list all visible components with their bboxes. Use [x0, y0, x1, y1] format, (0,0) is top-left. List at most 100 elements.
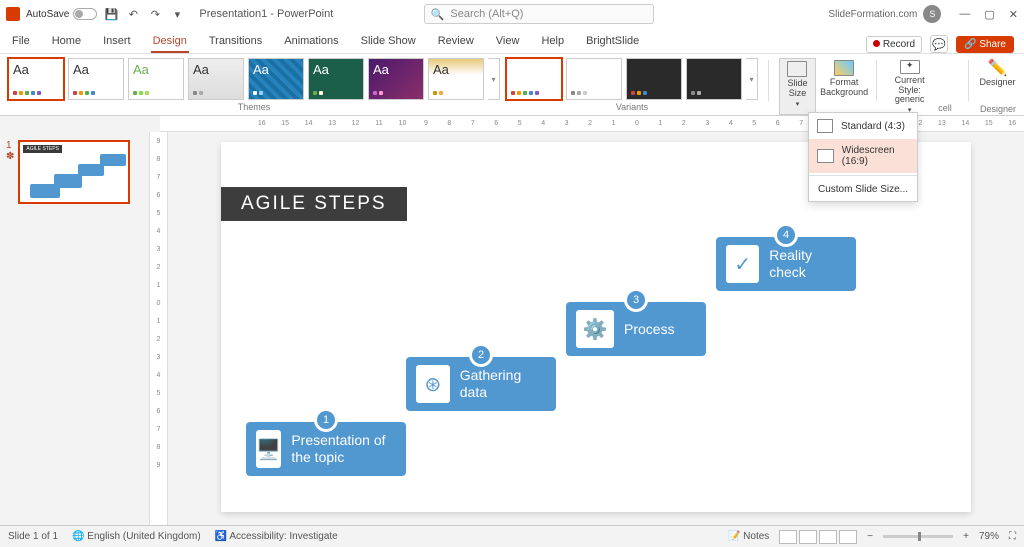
step-card-1[interactable]: 1 🖥️ Presentation of the topic	[246, 422, 406, 476]
search-input[interactable]: 🔍 Search (Alt+Q)	[424, 4, 654, 24]
status-accessibility[interactable]: ♿ Accessibility: Investigate	[215, 531, 338, 542]
avatar: S	[923, 5, 941, 23]
view-buttons	[779, 530, 857, 544]
thumb-number: 1✽	[6, 140, 14, 517]
view-sorter-icon[interactable]	[799, 530, 817, 544]
designer-icon: ✏️	[988, 60, 1008, 76]
maximize-icon[interactable]: ▢	[984, 8, 994, 21]
menu-item-custom-size[interactable]: Custom Slide Size...	[809, 178, 917, 201]
current-style-icon: ✦	[900, 60, 920, 74]
search-icon: 🔍	[431, 8, 445, 21]
variants-dropdown-icon[interactable]: ▾	[746, 58, 758, 100]
tab-file[interactable]: File	[10, 31, 32, 53]
slide-thumbnail[interactable]: AGILE STEPS	[18, 140, 130, 204]
slide-size-button[interactable]: Slide Size▾	[779, 58, 816, 115]
tab-review[interactable]: Review	[436, 31, 476, 53]
slide-thumbnails-panel: 1✽ AGILE STEPS	[0, 132, 150, 525]
presentation-icon: 🖥️	[256, 430, 281, 468]
theme-thumb[interactable]: Aa	[8, 58, 64, 100]
gathering-icon: ⊛	[416, 365, 450, 403]
comments-icon[interactable]: 💬	[930, 35, 948, 53]
variant-thumb[interactable]	[566, 58, 622, 100]
ruler-vertical: 9876543210123456789	[150, 132, 168, 525]
step-label: Process	[624, 321, 675, 338]
notes-button[interactable]: 📝 Notes	[728, 531, 769, 542]
view-normal-icon[interactable]	[779, 530, 797, 544]
zoom-level[interactable]: 79%	[979, 531, 999, 542]
step-label: Reality check	[769, 247, 842, 281]
tab-insert[interactable]: Insert	[101, 31, 133, 53]
check-icon: ✓	[726, 245, 759, 283]
theme-thumb[interactable]: Aa	[188, 58, 244, 100]
view-reading-icon[interactable]	[819, 530, 837, 544]
format-background-button[interactable]: Format Background	[822, 58, 866, 115]
cell-label: cell	[938, 103, 958, 113]
close-icon[interactable]: ✕	[1009, 8, 1018, 21]
step-badge: 3	[624, 288, 648, 312]
step-label: Gathering data	[460, 367, 542, 401]
ribbon-tabs: File Home Insert Design Transitions Anim…	[0, 28, 1024, 54]
status-bar: Slide 1 of 1 🌐 English (United Kingdom) …	[0, 525, 1024, 547]
record-button[interactable]: Record	[866, 36, 922, 53]
widescreen-ratio-icon	[817, 149, 834, 163]
group-label-designer: Designer	[980, 104, 1016, 114]
themes-group: Aa Aa Aa Aa Aa Aa Aa Aa ▾ Themes	[8, 58, 500, 115]
step-badge: 1	[314, 408, 338, 432]
redo-icon[interactable]: ↷	[147, 6, 163, 22]
autosave-toggle[interactable]: AutoSave	[26, 8, 97, 20]
current-style-button[interactable]: ✦ Current Style: generic▾	[887, 58, 932, 115]
theme-thumb[interactable]: Aa	[428, 58, 484, 100]
powerpoint-icon	[6, 7, 20, 21]
step-label: Presentation of the topic	[291, 432, 392, 466]
status-language[interactable]: 🌐 English (United Kingdom)	[72, 531, 201, 542]
standard-ratio-icon	[817, 119, 833, 133]
tab-animations[interactable]: Animations	[282, 31, 340, 53]
zoom-in-icon[interactable]: +	[963, 531, 969, 542]
process-icon: ⚙️	[576, 310, 614, 348]
step-card-3[interactable]: 3 ⚙️ Process	[566, 302, 706, 356]
tab-brightslide[interactable]: BrightSlide	[584, 31, 641, 53]
step-badge: 2	[469, 343, 493, 367]
account-name: SlideFormation.com	[828, 9, 917, 20]
slide-size-icon	[787, 61, 807, 77]
variant-thumb[interactable]	[506, 58, 562, 100]
step-card-4[interactable]: 4 ✓ Reality check	[716, 237, 856, 291]
undo-icon[interactable]: ↶	[125, 6, 141, 22]
document-title: Presentation1 - PowerPoint	[199, 8, 333, 20]
themes-dropdown-icon[interactable]: ▾	[488, 58, 500, 100]
ribbon-design: Aa Aa Aa Aa Aa Aa Aa Aa ▾ Themes ▾ Varia…	[0, 54, 1024, 116]
account-area[interactable]: SlideFormation.com S	[828, 5, 941, 23]
tab-transitions[interactable]: Transitions	[207, 31, 264, 53]
menu-item-widescreen[interactable]: Widescreen (16:9)	[809, 139, 917, 173]
theme-thumb[interactable]: Aa	[68, 58, 124, 100]
zoom-out-icon[interactable]: −	[867, 531, 873, 542]
fit-to-window-icon[interactable]: ⛶	[1009, 531, 1016, 542]
menu-item-standard[interactable]: Standard (4:3)	[809, 113, 917, 139]
toggle-switch-icon[interactable]	[73, 8, 97, 20]
autosave-label: AutoSave	[26, 9, 69, 20]
status-slide-count[interactable]: Slide 1 of 1	[8, 531, 58, 542]
slide-title[interactable]: AGILE STEPS	[221, 187, 407, 221]
share-button[interactable]: 🔗 Share	[956, 36, 1014, 53]
tab-home[interactable]: Home	[50, 31, 83, 53]
variant-thumb[interactable]	[626, 58, 682, 100]
theme-thumb[interactable]: Aa	[308, 58, 364, 100]
window-controls: — ▢ ✕	[959, 8, 1018, 21]
qat-dropdown-icon[interactable]: ▾	[169, 6, 185, 22]
theme-thumb[interactable]: Aa	[248, 58, 304, 100]
tab-view[interactable]: View	[494, 31, 522, 53]
view-slideshow-icon[interactable]	[839, 530, 857, 544]
step-badge: 4	[774, 223, 798, 247]
search-placeholder: Search (Alt+Q)	[450, 8, 523, 20]
theme-thumb[interactable]: Aa	[128, 58, 184, 100]
step-card-2[interactable]: 2 ⊛ Gathering data	[406, 357, 556, 411]
variant-thumb[interactable]	[686, 58, 742, 100]
minimize-icon[interactable]: —	[959, 8, 970, 21]
theme-thumb[interactable]: Aa	[368, 58, 424, 100]
tab-design[interactable]: Design	[151, 31, 189, 53]
tab-slideshow[interactable]: Slide Show	[359, 31, 418, 53]
group-label-variants: Variants	[506, 102, 758, 112]
zoom-slider[interactable]	[883, 535, 953, 538]
save-icon[interactable]: 💾	[103, 6, 119, 22]
tab-help[interactable]: Help	[539, 31, 566, 53]
